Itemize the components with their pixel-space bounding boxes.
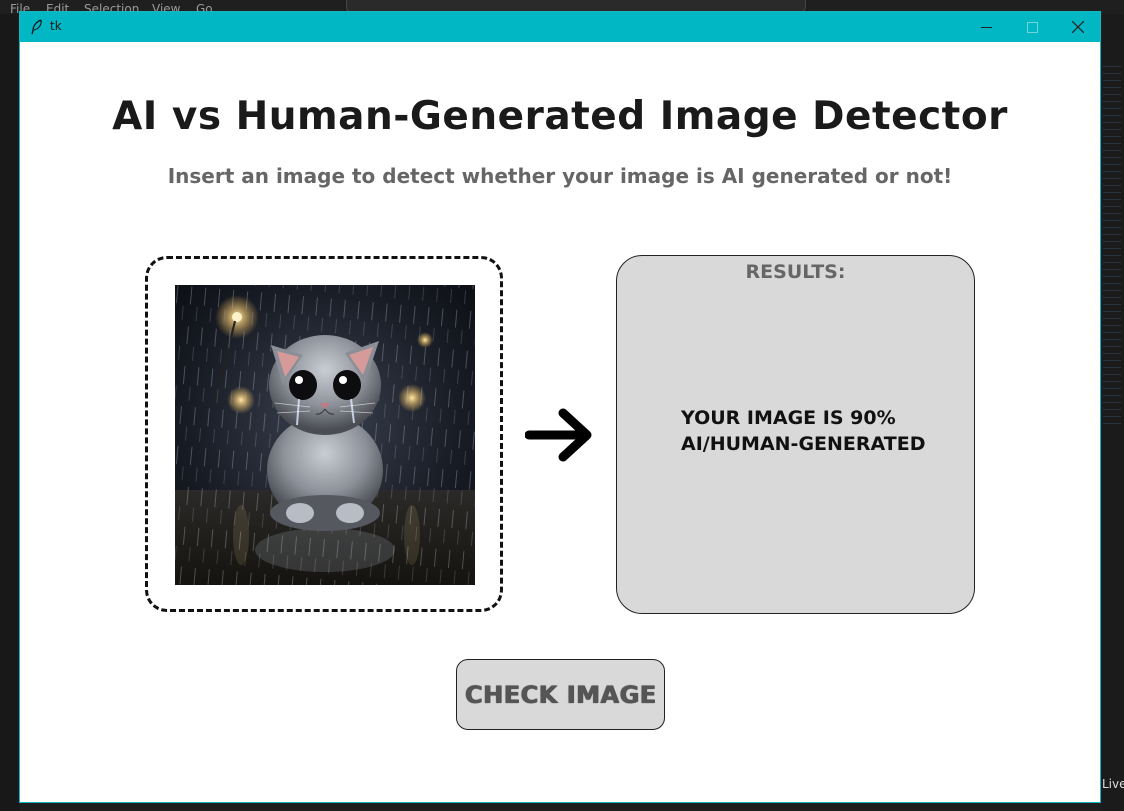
- window-titlebar[interactable]: tk: [20, 12, 1100, 42]
- results-line-percentage: YOUR IMAGE IS 90%: [681, 407, 896, 429]
- close-button[interactable]: [1055, 12, 1101, 42]
- results-text: YOUR IMAGE IS 90% AI/HUMAN-GENERATED: [681, 405, 961, 457]
- bg-live-status: Live: [1102, 777, 1124, 791]
- background-minimap: [1101, 14, 1124, 811]
- maximize-button[interactable]: [1009, 12, 1055, 42]
- image-preview: [175, 285, 475, 585]
- page-title: AI vs Human-Generated Image Detector: [112, 94, 1008, 139]
- app-window: tk AI vs Human-Generated Image Detector …: [19, 11, 1101, 803]
- feather-icon: [31, 19, 42, 35]
- kitten-in-rain-image: [175, 285, 475, 585]
- results-heading: RESULTS:: [745, 261, 846, 283]
- results-line-classification: AI/HUMAN-GENERATED: [681, 433, 926, 455]
- maximize-icon: [1026, 21, 1038, 33]
- close-icon: [1072, 21, 1084, 33]
- background-activity-bar: [0, 14, 20, 811]
- arrow-right-icon: [525, 408, 592, 462]
- minimize-icon: [980, 26, 992, 28]
- window-content: AI vs Human-Generated Image Detector Ins…: [20, 42, 1100, 802]
- check-image-button[interactable]: CHECK IMAGE: [456, 659, 665, 730]
- results-panel: RESULTS: YOUR IMAGE IS 90% AI/HUMAN-GENE…: [616, 255, 975, 614]
- page-subtitle: Insert an image to detect whether your i…: [167, 164, 953, 188]
- window-title: tk: [50, 19, 62, 33]
- minimize-button[interactable]: [963, 12, 1009, 42]
